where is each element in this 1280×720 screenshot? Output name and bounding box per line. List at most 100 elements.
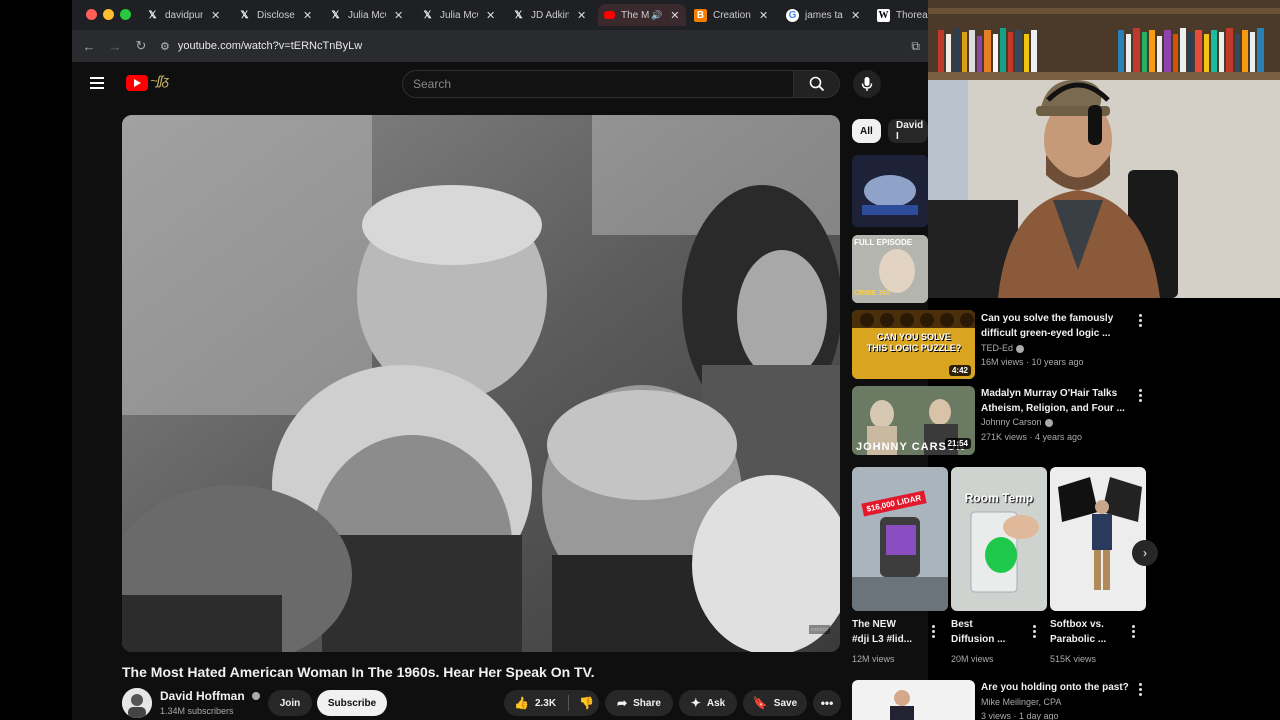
window-controls <box>86 9 131 20</box>
subscriber-count: 1.34M subscribers <box>160 706 234 716</box>
recommendation-meta: 271K views · 4 years ago <box>981 432 1083 442</box>
recommendation-meta: 3 views · 1 day ago <box>981 711 1059 720</box>
more-options-icon[interactable] <box>1139 314 1143 327</box>
title-line: Best <box>951 619 973 630</box>
youtube-doodle-logo[interactable]: ~ʃʃᵹ <box>150 73 169 88</box>
url-field[interactable]: ⚙ youtube.com/watch?v=tERNcTnByLw <box>160 40 362 53</box>
chevron-right-icon: › <box>1143 546 1147 560</box>
site-info-icon[interactable]: ⚙ <box>160 40 170 53</box>
browser-tab[interactable]: G james tal ✕ <box>786 4 860 26</box>
sparkle-icon: ✦ <box>690 696 701 710</box>
browser-tab[interactable]: W Thorea <box>877 4 928 26</box>
browser-tab[interactable]: 𝕏 Julia McC ✕ <box>421 4 495 26</box>
forward-button[interactable]: → <box>102 39 128 54</box>
channel-avatar[interactable] <box>122 688 152 718</box>
bookmark-icon: 🔖 <box>752 696 768 710</box>
short-views: 20M views <box>951 654 994 664</box>
short-title[interactable]: Best Diffusion ... <box>951 617 1005 647</box>
voice-search-button[interactable] <box>853 70 881 98</box>
search-input[interactable]: Search <box>402 70 794 98</box>
browser-tab[interactable]: 𝕏 davidpun ✕ <box>146 4 220 26</box>
shorts-next-button[interactable]: › <box>1132 540 1158 566</box>
verified-icon <box>1016 344 1025 353</box>
x-logo-icon: 𝕏 <box>331 9 340 21</box>
thumbnail-text: CAN YOU SOLVE THIS LOGIC PUZZLE? <box>866 332 962 353</box>
x-logo-icon: 𝕏 <box>423 9 432 21</box>
title-line: Atheism, Religion, and Four ... <box>981 403 1125 414</box>
cast-icon[interactable]: ⧉ <box>911 39 920 54</box>
close-tab-icon[interactable]: ✕ <box>759 9 768 22</box>
close-tab-icon[interactable]: ✕ <box>303 9 312 22</box>
browser-tab-active[interactable]: The M 🔊 ✕ <box>598 4 686 26</box>
more-options-icon[interactable] <box>1139 683 1143 696</box>
short-title[interactable]: Softbox vs. Parabolic ... <box>1050 617 1106 647</box>
save-button[interactable]: 🔖 Save <box>743 690 807 716</box>
recommendation-thumbnail[interactable] <box>852 680 975 720</box>
save-label: Save <box>773 697 798 709</box>
short-thumbnail[interactable]: $16,000 LIDAR <box>852 467 948 611</box>
maximize-window-button[interactable] <box>120 9 131 20</box>
close-tab-icon[interactable]: ✕ <box>851 9 860 22</box>
close-tab-icon[interactable]: ✕ <box>670 9 679 22</box>
short-views: 515K views <box>1050 654 1097 664</box>
recommendation-channel[interactable]: TED-Ed <box>981 341 1025 356</box>
browser-tab[interactable]: 𝕏 JD Adkins ✕ <box>512 4 586 26</box>
recommendation-thumbnail[interactable]: JOHNNY CARSON 21:54 <box>852 386 975 455</box>
minimize-window-button[interactable] <box>103 9 114 20</box>
youtube-logo[interactable] <box>126 75 148 91</box>
ask-label: Ask <box>706 697 726 709</box>
back-button[interactable]: ← <box>76 39 102 54</box>
join-button[interactable]: Join <box>268 690 312 716</box>
dislike-button[interactable]: 👎 <box>579 696 594 710</box>
ask-button[interactable]: ✦ Ask <box>679 690 737 716</box>
video-player[interactable]: ▭▭▭ <box>122 115 840 652</box>
recommendation-channel[interactable]: Mike Meilinger, CPA <box>981 695 1061 710</box>
verified-icon <box>251 692 260 700</box>
more-options-icon[interactable] <box>932 625 936 638</box>
speaker-icon[interactable]: 🔊 <box>651 10 662 21</box>
chip-channel[interactable]: David I <box>888 119 928 143</box>
short-thumbnail[interactable] <box>1050 467 1146 611</box>
thumbnail-image <box>852 155 928 227</box>
chip-all[interactable]: All <box>852 119 881 143</box>
recommendation-thumbnail[interactable] <box>852 155 928 227</box>
browser-tab[interactable]: 𝕏 Disclose ✕ <box>238 4 312 26</box>
browser-tab[interactable]: B Creation ✕ <box>694 4 768 26</box>
recommendation-channel[interactable]: Johnny Carson <box>981 415 1053 430</box>
video-title: The Most Hated American Woman In The 196… <box>122 664 595 680</box>
recommendation-thumbnail[interactable]: CAN YOU SOLVE THIS LOGIC PUZZLE? 4:42 <box>852 310 975 379</box>
browser-tab[interactable]: 𝕏 Julia McC ✕ <box>329 4 403 26</box>
thumbnail-image <box>852 467 948 611</box>
close-tab-icon[interactable]: ✕ <box>486 9 495 22</box>
browser-window: 𝕏 davidpun ✕ 𝕏 Disclose ✕ 𝕏 Julia McC ✕ … <box>72 0 928 720</box>
close-tab-icon[interactable]: ✕ <box>394 9 403 22</box>
channel-name[interactable]: David Hoffman <box>160 689 260 703</box>
recommendation-thumbnail[interactable]: FULL EPISODE CRIME 360 <box>852 235 928 303</box>
recommendation-title[interactable]: Madalyn Murray O'Hair Talks Atheism, Rel… <box>981 386 1125 416</box>
like-button[interactable]: 👍 <box>514 696 529 710</box>
short-title[interactable]: The NEW #dji L3 #lid... <box>852 617 912 647</box>
more-actions-button[interactable]: ••• <box>813 690 841 716</box>
close-tab-icon[interactable]: ✕ <box>211 9 220 22</box>
reload-button[interactable]: ↻ <box>128 38 154 54</box>
verified-icon <box>1044 418 1053 427</box>
close-tab-icon[interactable]: ✕ <box>577 9 586 22</box>
short-thumbnail[interactable]: Room Temp <box>951 467 1047 611</box>
more-icon: ••• <box>820 696 834 710</box>
search-button[interactable] <box>794 70 840 98</box>
menu-icon[interactable] <box>90 77 104 89</box>
more-options-icon[interactable] <box>1132 625 1136 638</box>
webcam-image <box>928 0 1280 298</box>
video-duration: 4:42 <box>948 365 971 376</box>
more-options-icon[interactable] <box>1139 389 1143 402</box>
more-options-icon[interactable] <box>1033 625 1037 638</box>
subscribe-button[interactable]: Subscribe <box>317 690 387 716</box>
recommendation-title[interactable]: Can you solve the famously difficult gre… <box>981 311 1113 341</box>
address-bar: ← → ↻ ⚙ youtube.com/watch?v=tERNcTnByLw … <box>72 30 928 62</box>
share-button[interactable]: ➦ Share <box>605 690 673 716</box>
title-line: Madalyn Murray O'Hair Talks <box>981 388 1118 399</box>
recommendation-title[interactable]: Are you holding onto the past? <box>981 680 1129 695</box>
close-window-button[interactable] <box>86 9 97 20</box>
youtube-header: ~ʃʃᵹ Search <box>72 62 928 106</box>
thumbnail-image <box>852 680 975 720</box>
